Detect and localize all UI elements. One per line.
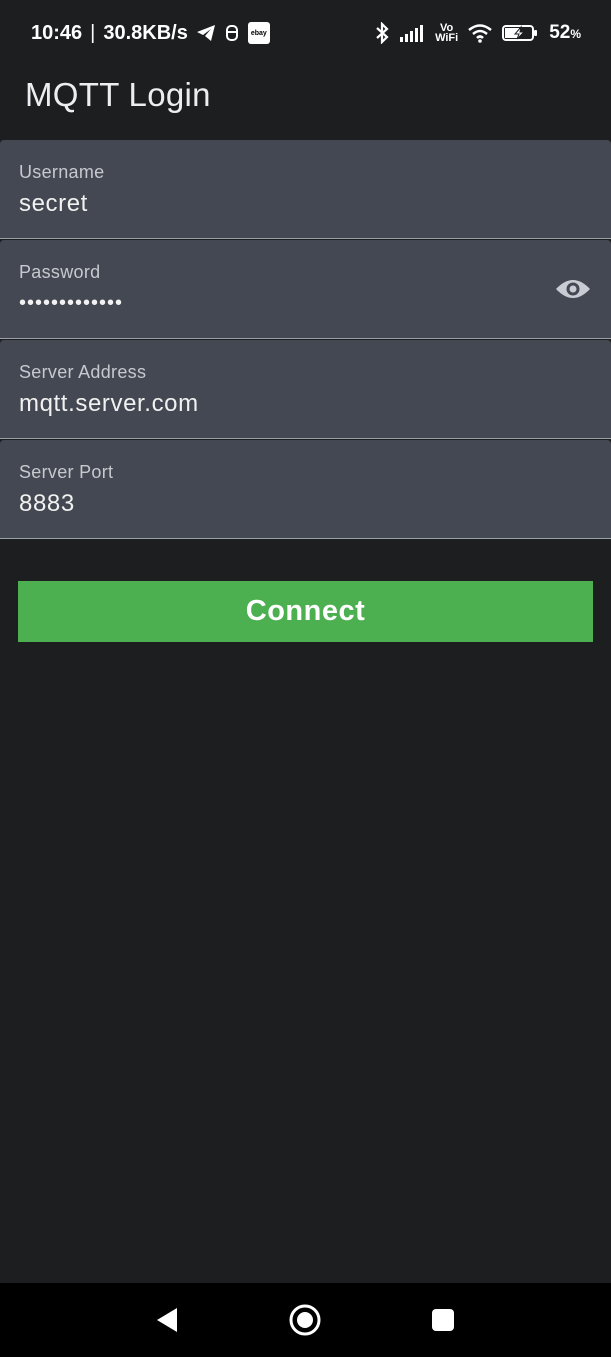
status-separator: | (90, 21, 96, 44)
status-bar: 10:46 | 30.8KB/s ebay Vo WiFi 52% (0, 0, 611, 66)
battery-unit: % (570, 27, 581, 41)
username-label: Username (19, 162, 105, 182)
username-input[interactable]: secret (19, 190, 88, 218)
password-label: Password (19, 262, 101, 282)
home-icon[interactable] (288, 1303, 322, 1337)
signal-icon (400, 24, 426, 42)
server-address-label: Server Address (19, 362, 147, 382)
page-title: MQTT Login (25, 76, 211, 113)
network-speed: 30.8KB/s (103, 21, 188, 44)
clock: 10:46 (31, 21, 83, 44)
server-address-input[interactable]: mqtt.server.com (19, 390, 199, 418)
bluetooth-icon (373, 22, 391, 44)
server-port-label: Server Port (19, 462, 114, 482)
server-port-field[interactable]: Server Port 8883 (0, 440, 611, 539)
battery-percent: 52% (549, 22, 581, 44)
ebay-icon: ebay (247, 22, 270, 44)
vowifi-bottom: WiFi (435, 32, 459, 44)
navigation-bar (0, 1283, 611, 1357)
vowifi-icon: Vo WiFi (435, 23, 459, 44)
connect-button[interactable]: Connect (18, 581, 593, 642)
status-right: Vo WiFi 52% (373, 22, 581, 44)
username-field[interactable]: Username secret (0, 140, 611, 239)
login-form: Username secret Password ••••••••••••• S… (0, 140, 611, 540)
password-field[interactable]: Password ••••••••••••• (0, 240, 611, 339)
recents-icon[interactable] (426, 1303, 460, 1337)
password-input[interactable]: ••••••••••••• (19, 292, 123, 315)
wifi-icon (467, 23, 493, 43)
server-address-field[interactable]: Server Address mqtt.server.com (0, 340, 611, 439)
notification-app-icon (224, 24, 240, 42)
back-icon[interactable] (150, 1303, 184, 1337)
status-left: 10:46 | 30.8KB/s ebay (31, 22, 270, 45)
telegram-icon (196, 24, 216, 42)
battery-charging-icon (502, 23, 540, 43)
server-port-input[interactable]: 8883 (19, 490, 75, 518)
battery-value: 52 (549, 22, 571, 43)
visibility-toggle-icon[interactable] (555, 275, 591, 303)
